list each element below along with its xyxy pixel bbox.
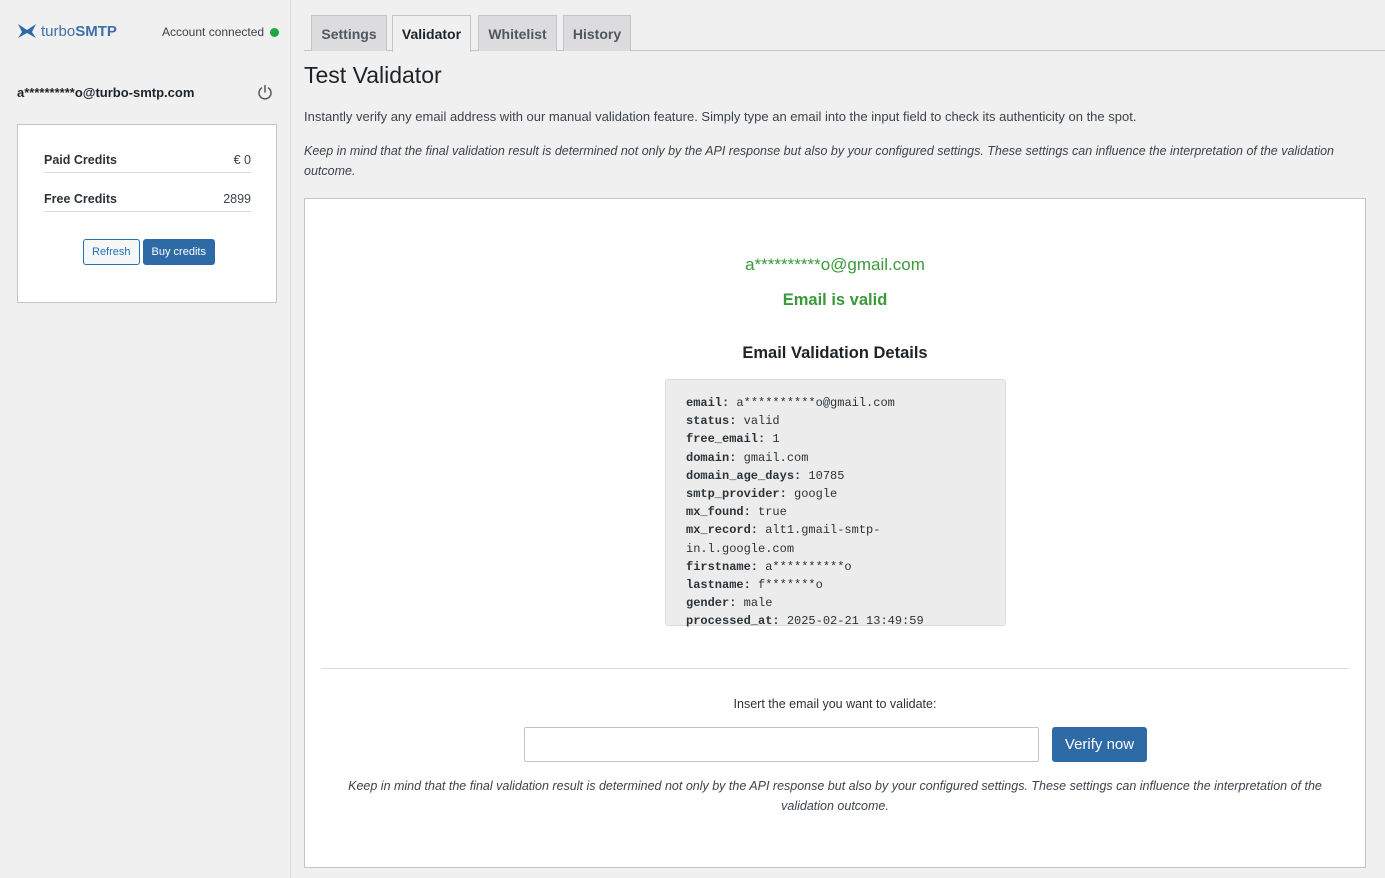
- tab-validator[interactable]: Validator: [392, 15, 471, 52]
- detail-row: status: valid: [686, 414, 780, 429]
- detail-row: free_email: 1: [686, 432, 780, 447]
- page-title: Test Validator: [304, 62, 442, 88]
- connected-dot-icon: [270, 27, 280, 37]
- verify-now-button[interactable]: Verify now: [1052, 727, 1147, 762]
- insert-email-label: Insert the email you want to validate:: [733, 697, 937, 711]
- detail-row: lastname: f*******o: [686, 578, 823, 593]
- credits-card: Paid Credits € 0 Free Credits 2899 Refre…: [17, 124, 277, 303]
- tab-bar: Settings Validator Whitelist History: [304, 15, 1385, 52]
- buy-credits-button[interactable]: Buy credits: [142, 239, 215, 265]
- account-status: Account connected: [162, 25, 280, 39]
- paid-credits-row: Paid Credits € 0: [44, 153, 251, 173]
- validator-card: a**********o@gmail.com Email is valid Em…: [304, 198, 1366, 868]
- tab-settings[interactable]: Settings: [311, 15, 387, 51]
- logo-text: turboSMTP: [41, 22, 117, 40]
- bottom-note: Keep in mind that the final validation r…: [348, 779, 1322, 813]
- result-email: a**********o@gmail.com: [745, 255, 925, 274]
- power-icon[interactable]: [257, 84, 273, 100]
- account-status-label: Account connected: [162, 25, 265, 39]
- free-credits-value: 2899: [223, 192, 251, 206]
- credit-buttons: Refresh Buy credits: [83, 239, 215, 265]
- free-credits-row: Free Credits 2899: [44, 192, 251, 212]
- sidebar: turboSMTP Account connected a**********o…: [0, 0, 291, 878]
- paid-credits-label: Paid Credits: [44, 153, 117, 167]
- email-input[interactable]: [524, 727, 1039, 762]
- divider: [321, 668, 1349, 669]
- user-email: a**********o@turbo-smtp.com: [17, 85, 195, 100]
- turbosmtp-logo: turboSMTP: [17, 22, 117, 40]
- tab-history[interactable]: History: [563, 15, 631, 51]
- intro-text: Instantly verify any email address with …: [304, 109, 1137, 124]
- detail-row: email: a**********o@gmail.com: [686, 396, 895, 410]
- details-title: Email Validation Details: [742, 344, 928, 362]
- tab-whitelist[interactable]: Whitelist: [478, 15, 557, 51]
- result-status: Email is valid: [782, 291, 888, 309]
- validation-note: Keep in mind that the final validation r…: [304, 144, 1335, 178]
- detail-row: mx_found: true: [686, 505, 787, 520]
- detail-row: domain_age_days: 10785: [686, 468, 845, 483]
- refresh-button[interactable]: Refresh: [83, 239, 140, 265]
- paid-credits-value: € 0: [233, 153, 251, 167]
- detail-row: gender: male: [686, 596, 773, 611]
- detail-row: smtp_provider: google: [686, 487, 838, 502]
- turbosmtp-logo-icon: [18, 24, 36, 38]
- detail-row: domain: gmail.com: [686, 450, 809, 465]
- details-box: email: a**********o@gmail.com status: va…: [665, 379, 1006, 628]
- detail-row: firstname: a**********o: [686, 559, 852, 574]
- detail-row: processed_at: 2025-02-21 13:49:59: [686, 614, 924, 629]
- detail-row: mx_record: alt1.gmail-smtp-in.l.google.c…: [686, 523, 881, 556]
- free-credits-label: Free Credits: [44, 192, 117, 206]
